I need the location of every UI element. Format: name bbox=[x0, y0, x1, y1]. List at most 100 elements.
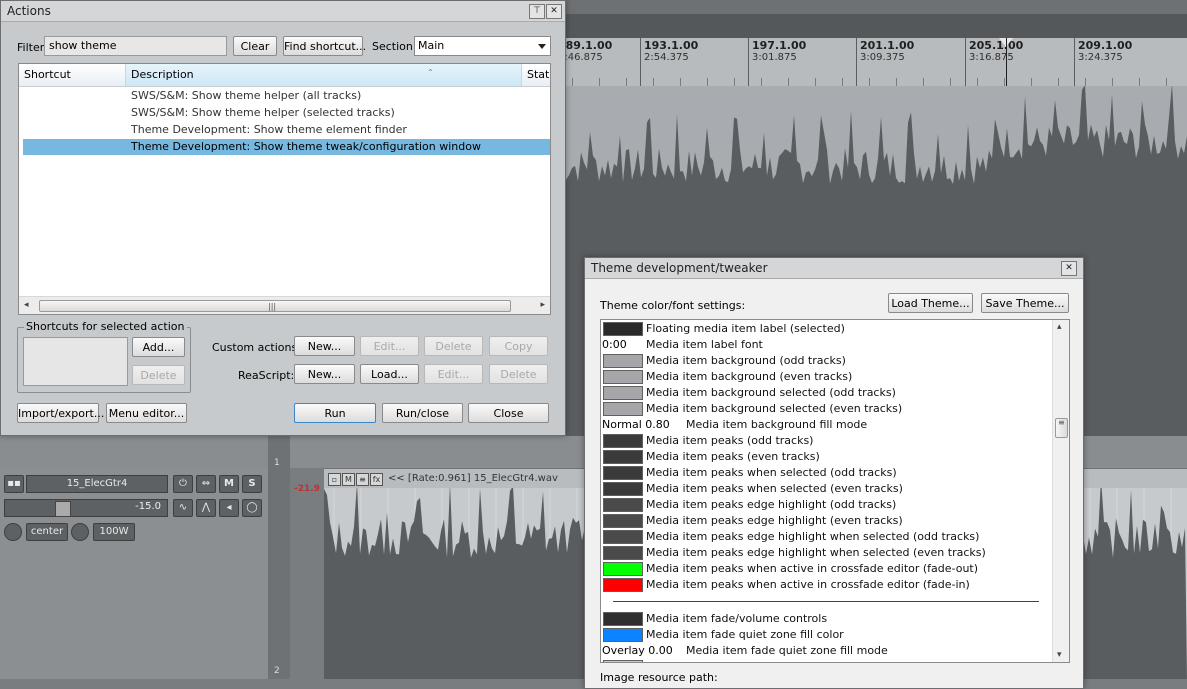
action-row[interactable]: SWS/S&M: Show theme helper (all tracks) bbox=[23, 88, 543, 104]
theme-tweaker-titlebar[interactable]: Theme development/tweaker ✕ bbox=[585, 258, 1083, 279]
theme-element-row[interactable]: Media item fade/volume controls bbox=[601, 611, 1061, 627]
hscroll-thumb[interactable]: ||| bbox=[39, 300, 511, 312]
mute-button[interactable]: M bbox=[219, 475, 239, 493]
track-record-arm-button[interactable]: ▪▪ bbox=[4, 475, 24, 493]
theme-element-value[interactable]: Overlay 0.00 bbox=[602, 644, 673, 657]
menu-editor-button[interactable]: Menu editor... bbox=[106, 403, 187, 423]
clear-button[interactable]: Clear bbox=[233, 36, 277, 56]
theme-element-row[interactable]: Media item fade full area fill color bbox=[601, 659, 1061, 662]
column-header-state[interactable]: State bbox=[522, 64, 550, 86]
phase-icon[interactable]: ◂ bbox=[219, 499, 239, 517]
filter-input[interactable]: show theme bbox=[44, 36, 227, 56]
theme-element-row[interactable]: Media item background (even tracks) bbox=[601, 369, 1061, 385]
color-swatch[interactable] bbox=[603, 482, 643, 496]
reascript-delete-button[interactable]: Delete bbox=[489, 364, 548, 384]
theme-element-row[interactable]: Media item peaks when active in crossfad… bbox=[601, 577, 1061, 593]
action-row[interactable]: SWS/S&M: Show theme helper (selected tra… bbox=[23, 105, 543, 121]
width-knob-icon[interactable] bbox=[71, 523, 89, 541]
color-swatch[interactable] bbox=[603, 434, 643, 448]
theme-element-row[interactable]: Normal 0.80 Media item background fill mo… bbox=[601, 417, 1061, 433]
import-export-button[interactable]: Import/export... bbox=[17, 403, 104, 423]
custom-edit-button[interactable]: Edit... bbox=[360, 336, 419, 356]
scroll-right-icon[interactable]: ▸ bbox=[540, 300, 545, 310]
color-swatch[interactable] bbox=[603, 660, 643, 662]
color-swatch[interactable] bbox=[603, 354, 643, 368]
load-theme-button[interactable]: Load Theme... bbox=[888, 293, 973, 313]
io-route-icon[interactable]: ⇔ bbox=[196, 475, 216, 493]
reascript-new-button[interactable]: New... bbox=[294, 364, 355, 384]
pan-knob-icon[interactable] bbox=[4, 523, 22, 541]
envelope-icon[interactable]: ∿ bbox=[173, 499, 193, 517]
add-shortcut-button[interactable]: Add... bbox=[132, 337, 185, 357]
section-select[interactable]: Main bbox=[414, 36, 551, 56]
theme-element-row[interactable]: 0:00 Media item label font bbox=[601, 337, 1061, 353]
theme-element-row[interactable]: Media item fade quiet zone fill color bbox=[601, 627, 1061, 643]
theme-element-row[interactable]: Media item background (odd tracks) bbox=[601, 353, 1061, 369]
theme-element-row[interactable]: Overlay 0.00 Media item fade quiet zone f… bbox=[601, 643, 1061, 659]
color-swatch[interactable] bbox=[603, 530, 643, 544]
custom-copy-button[interactable]: Copy bbox=[489, 336, 548, 356]
color-swatch[interactable] bbox=[603, 370, 643, 384]
timeline-ruler[interactable]: 189.1.00 2:46.875 193.1.00 2:54.375 197.1.00… bbox=[558, 38, 1187, 87]
column-header-shortcut[interactable]: Shortcut bbox=[19, 64, 126, 86]
theme-element-row[interactable]: Media item peaks (even tracks) bbox=[601, 449, 1061, 465]
shortcuts-list[interactable] bbox=[23, 337, 128, 386]
run-close-button[interactable]: Run/close bbox=[382, 403, 463, 423]
item-notes-icon[interactable]: ≡ bbox=[356, 473, 369, 486]
color-swatch[interactable] bbox=[603, 578, 643, 592]
theme-list-vscrollbar[interactable]: ▴ ≡ ▾ bbox=[1052, 320, 1069, 662]
color-swatch[interactable] bbox=[603, 514, 643, 528]
theme-element-row[interactable]: Media item peaks edge highlight (even tr… bbox=[601, 513, 1061, 529]
actions-titlebar[interactable]: Actions ⊤ ✕ bbox=[1, 1, 565, 22]
solo-button[interactable]: S bbox=[242, 475, 262, 493]
find-shortcut-button[interactable]: Find shortcut... bbox=[283, 36, 366, 56]
theme-element-row[interactable]: Media item peaks edge highlight when sel… bbox=[601, 545, 1061, 561]
color-swatch[interactable] bbox=[603, 322, 643, 336]
color-swatch[interactable] bbox=[603, 498, 643, 512]
close-icon[interactable]: ✕ bbox=[546, 4, 562, 19]
save-theme-button[interactable]: Save Theme... bbox=[981, 293, 1069, 313]
vscroll-thumb[interactable]: ≡ bbox=[1055, 418, 1068, 438]
close-button[interactable]: Close bbox=[468, 403, 549, 423]
theme-element-row[interactable]: Floating media item label (selected) bbox=[601, 321, 1061, 337]
fx-bypass-icon[interactable]: ◯ bbox=[242, 499, 262, 517]
column-header-description[interactable]: Description ⌃ bbox=[126, 64, 522, 86]
theme-element-value[interactable]: Normal 0.80 bbox=[602, 418, 670, 431]
reascript-load-button[interactable]: Load... bbox=[360, 364, 419, 384]
custom-new-button[interactable]: New... bbox=[294, 336, 355, 356]
pin-icon[interactable]: ⊤ bbox=[529, 4, 545, 19]
color-swatch[interactable] bbox=[603, 546, 643, 560]
action-row[interactable]: Theme Development: Show theme element fi… bbox=[23, 122, 543, 138]
scroll-up-icon[interactable]: ▴ bbox=[1057, 322, 1062, 332]
item-mute-icon[interactable]: M bbox=[342, 473, 355, 486]
theme-element-row[interactable]: Media item peaks edge highlight (odd tra… bbox=[601, 497, 1061, 513]
actions-list[interactable]: Shortcut Description ⌃ State SWS/S&M: Sh… bbox=[18, 63, 551, 315]
theme-element-row[interactable]: Media item background selected (odd trac… bbox=[601, 385, 1061, 401]
run-button[interactable]: Run bbox=[294, 403, 376, 423]
theme-element-row[interactable]: Media item peaks when selected (even tra… bbox=[601, 481, 1061, 497]
theme-element-row[interactable]: Media item peaks (odd tracks) bbox=[601, 433, 1061, 449]
color-swatch[interactable] bbox=[603, 466, 643, 480]
fx-chain-icon[interactable]: ⋀ bbox=[196, 499, 216, 517]
color-swatch[interactable] bbox=[603, 450, 643, 464]
color-swatch[interactable] bbox=[603, 628, 643, 642]
theme-element-row[interactable]: Media item peaks when active in crossfad… bbox=[601, 561, 1061, 577]
volume-fader[interactable]: -15.0 bbox=[4, 499, 168, 517]
custom-delete-button[interactable]: Delete bbox=[424, 336, 483, 356]
width-readout[interactable]: 100W bbox=[93, 523, 135, 541]
power-icon[interactable]: ⏻ bbox=[173, 475, 193, 493]
track-name-field[interactable]: 15_ElecGtr4 bbox=[26, 475, 168, 493]
theme-elements-list[interactable]: Floating media item label (selected) 0:00… bbox=[600, 319, 1070, 663]
volume-fader-knob[interactable] bbox=[55, 501, 71, 517]
color-swatch[interactable] bbox=[603, 386, 643, 400]
scroll-down-icon[interactable]: ▾ bbox=[1057, 650, 1062, 660]
action-row[interactable]: Theme Development: Show theme tweak/conf… bbox=[23, 139, 550, 155]
delete-shortcut-button[interactable]: Delete bbox=[132, 365, 185, 385]
theme-element-row[interactable]: Media item peaks edge highlight when sel… bbox=[601, 529, 1061, 545]
theme-element-row[interactable]: Media item background selected (even tra… bbox=[601, 401, 1061, 417]
theme-element-value[interactable]: 0:00 bbox=[602, 338, 627, 351]
actions-list-hscrollbar[interactable]: ◂ ||| ▸ bbox=[19, 296, 550, 314]
item-lock-icon[interactable]: ▫ bbox=[328, 473, 341, 486]
color-swatch[interactable] bbox=[603, 402, 643, 416]
reascript-edit-button[interactable]: Edit... bbox=[424, 364, 483, 384]
